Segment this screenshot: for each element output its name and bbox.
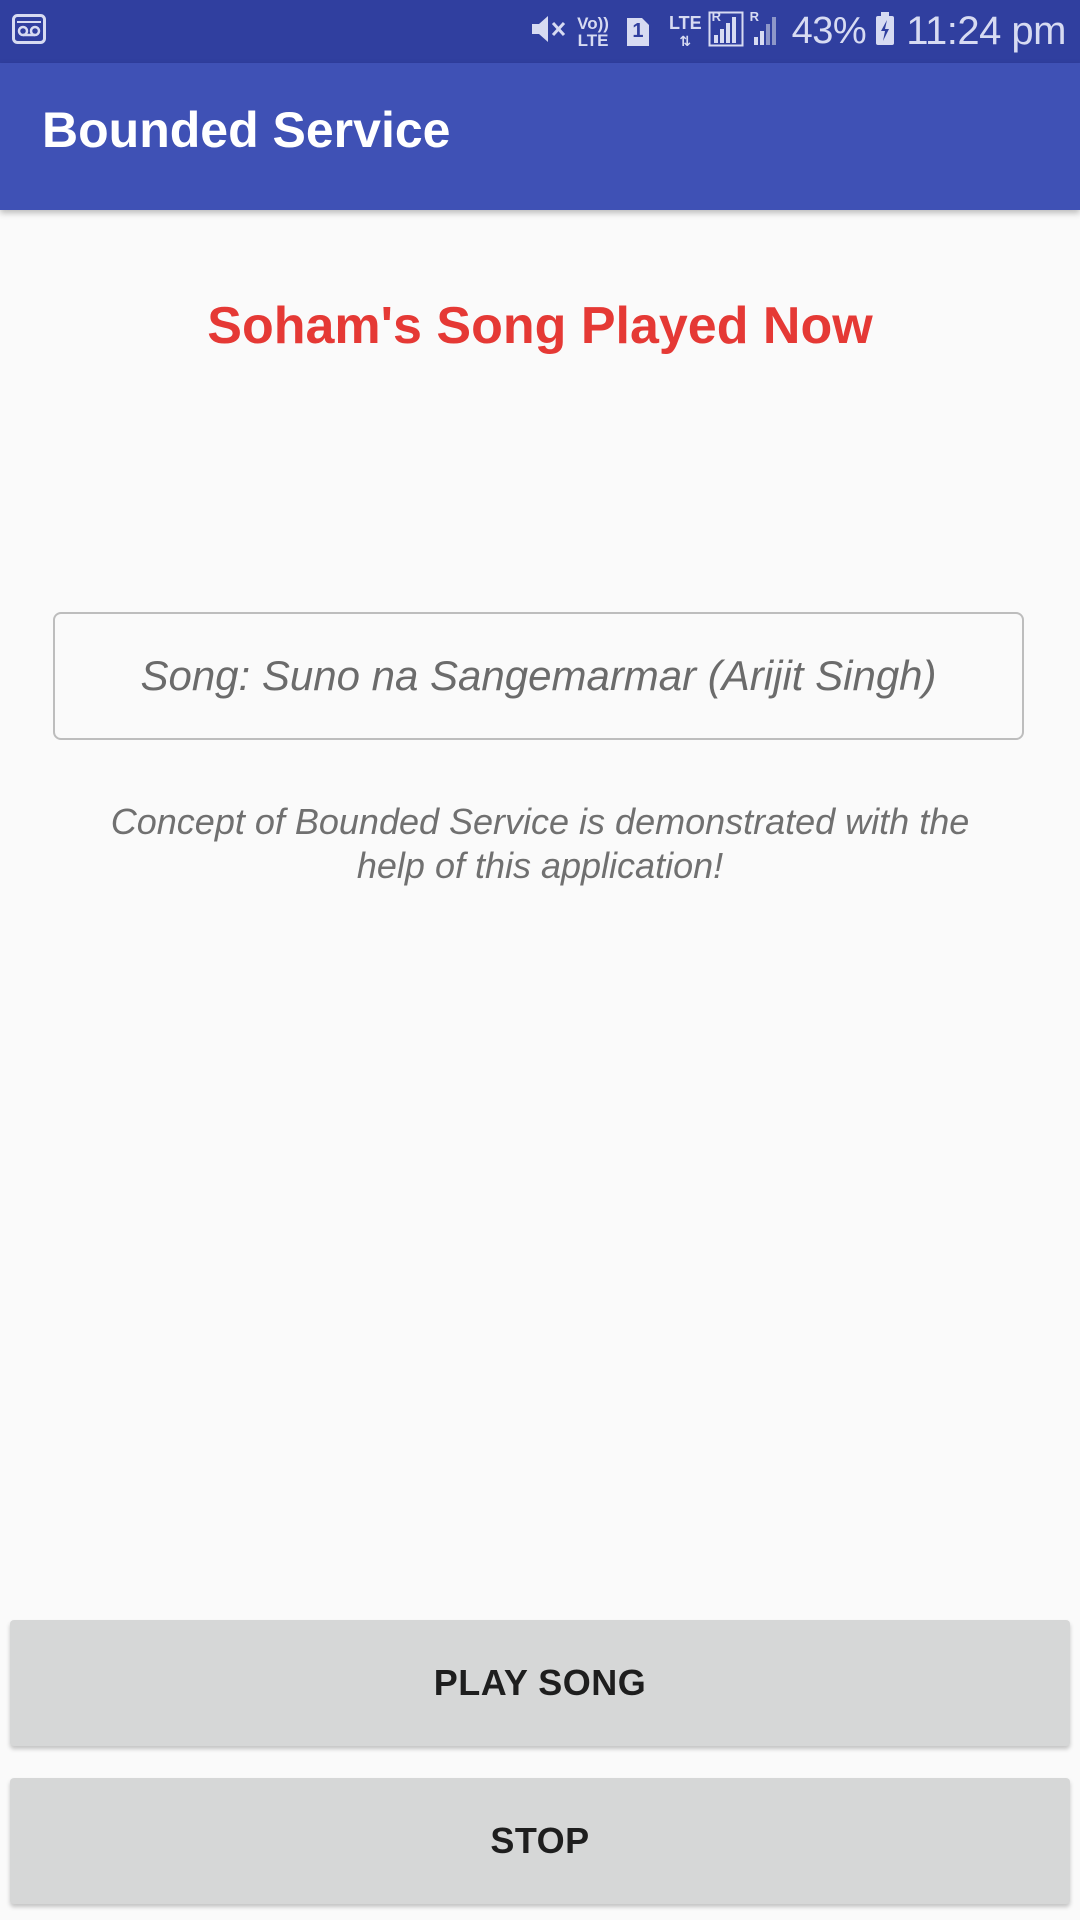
app-bar: Bounded Service <box>0 63 1080 210</box>
song-label: Song: Suno na Sangemarmar (Arijit Singh) <box>140 652 937 699</box>
mute-icon <box>529 12 567 51</box>
battery-charging-icon <box>874 11 896 52</box>
play-song-button[interactable]: PLAY SONG <box>10 1620 1070 1746</box>
app-title: Bounded Service <box>42 102 451 158</box>
song-display-field: Song: Suno na Sangemarmar (Arijit Singh) <box>53 612 1024 740</box>
signal-icon: R <box>750 9 780 52</box>
signal-icon: R <box>708 9 744 52</box>
sim-1-icon: 1 <box>625 16 651 48</box>
description-text: Concept of Bounded Service is demonstrat… <box>110 801 970 886</box>
now-playing-heading: Soham's Song Played Now <box>207 297 873 355</box>
battery-percent: 43% <box>791 10 867 52</box>
lte-icon: LTE ⇅ <box>668 12 702 49</box>
volte-icon: Vo)) LTE <box>577 13 609 50</box>
status-bar: Vo)) LTE 1 LTE ⇅ R R 43% 11:24 pm <box>0 0 1080 63</box>
clock: 11:24 pm <box>906 9 1066 53</box>
voicemail-icon <box>12 14 46 44</box>
stop-button[interactable]: STOP <box>10 1778 1070 1904</box>
